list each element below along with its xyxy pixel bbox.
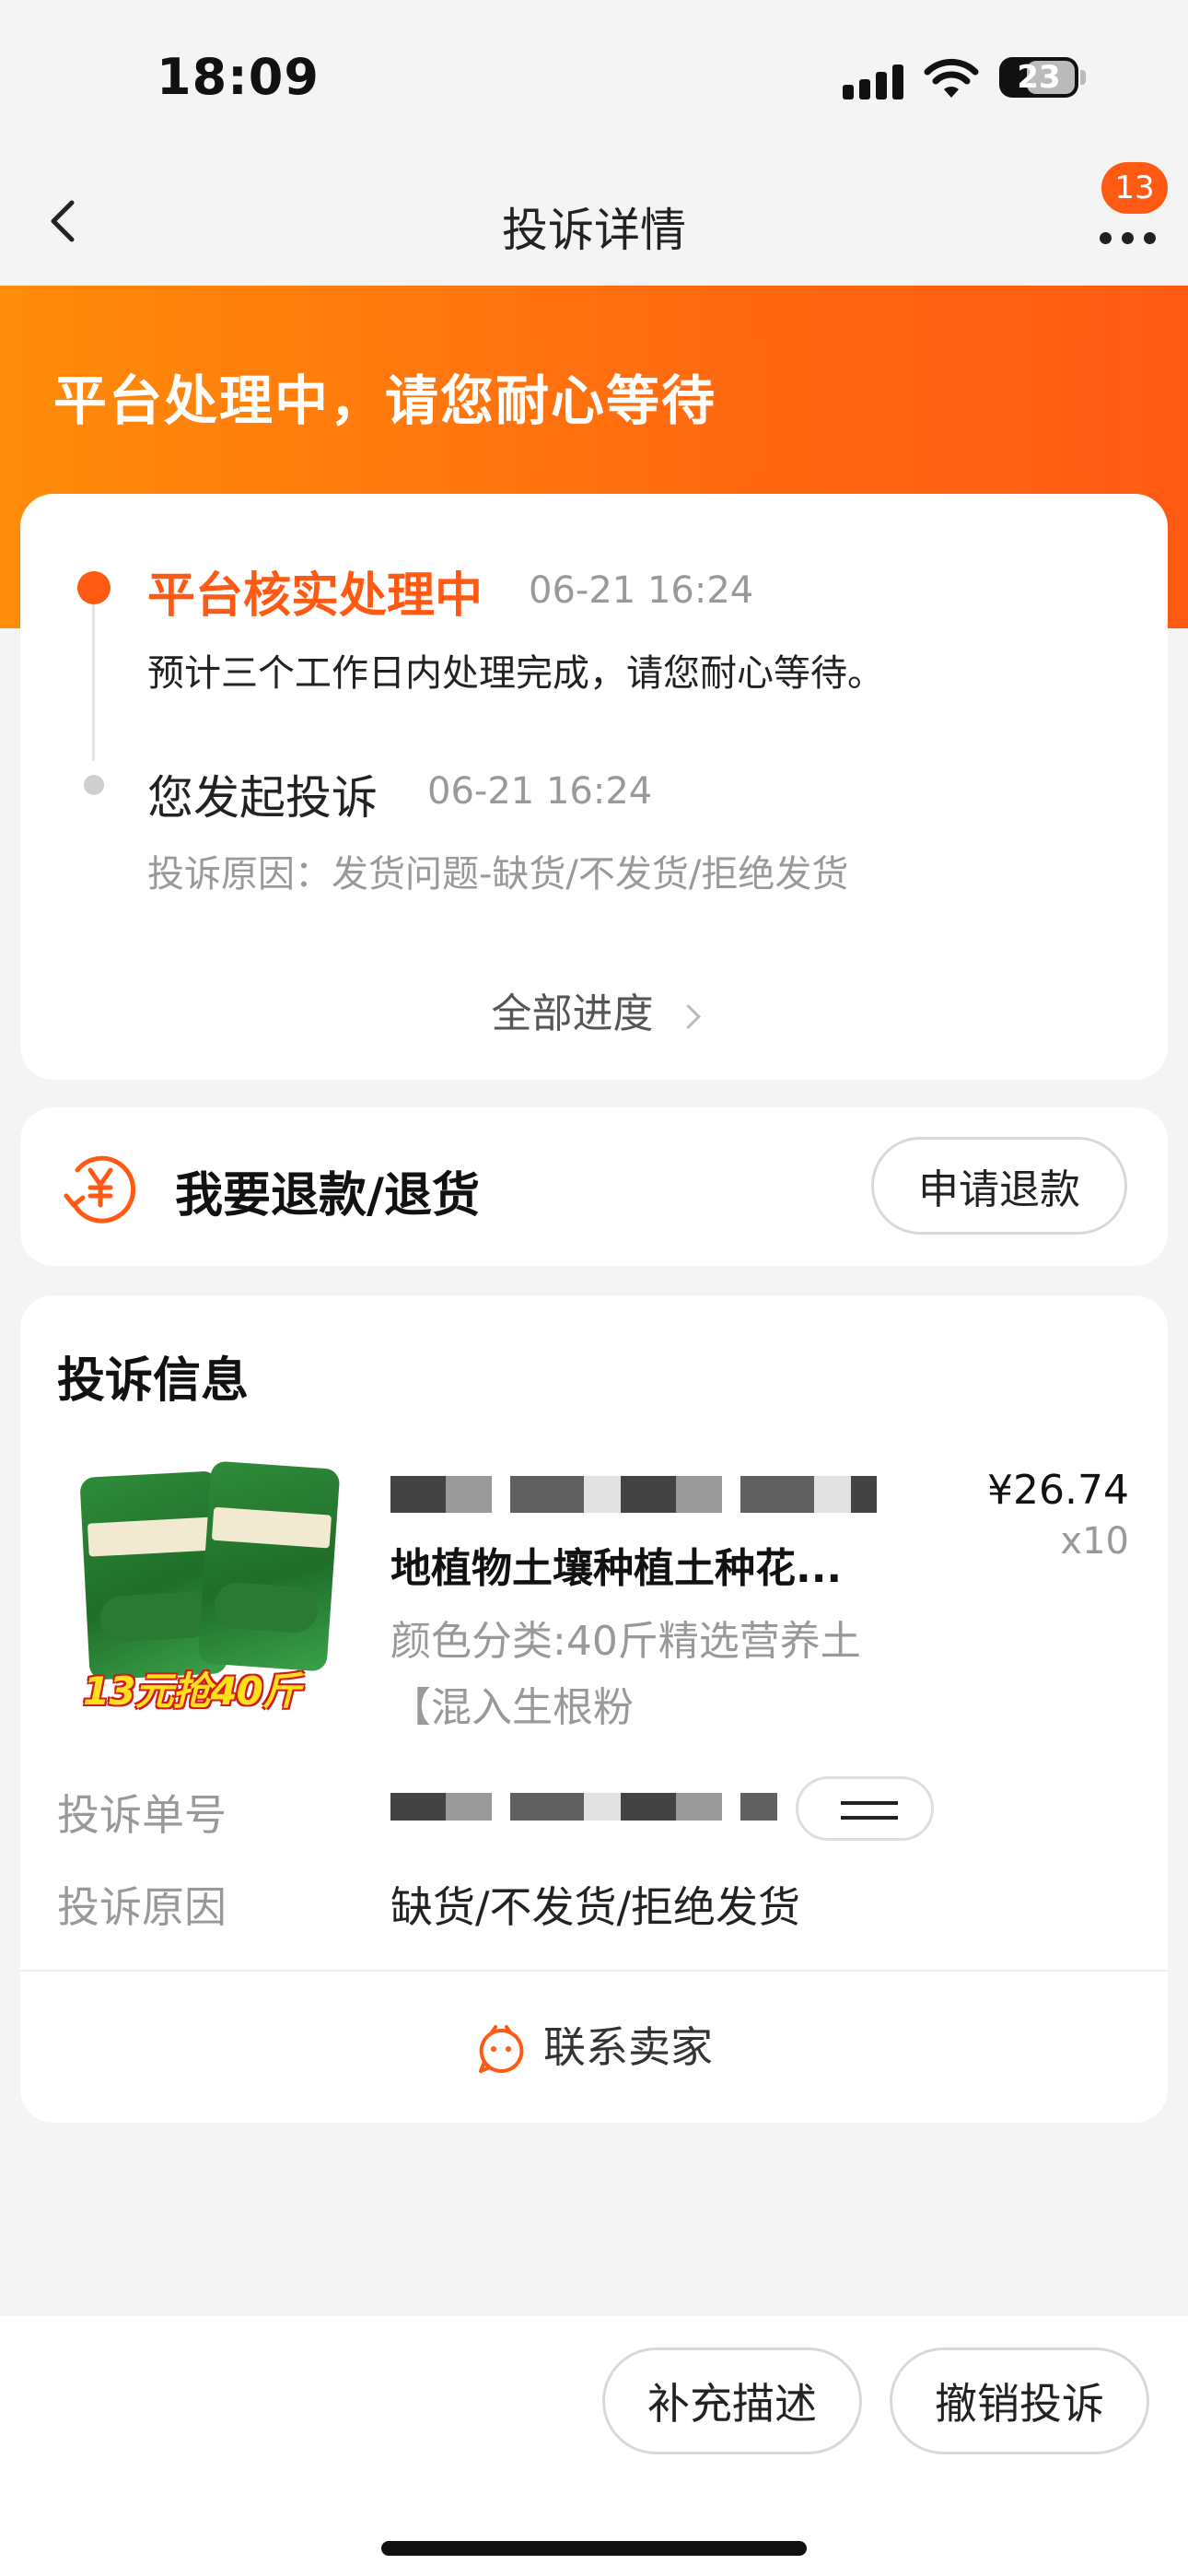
step-time: 06-21 16:24 xyxy=(529,569,754,612)
product-promo-text: 13元抢40斤 xyxy=(83,1669,301,1714)
complaint-number-label: 投诉单号 xyxy=(57,1790,227,1840)
supplement-description-button[interactable]: 补充描述 xyxy=(602,2348,862,2454)
complaint-reason-label: 投诉原因 xyxy=(57,1882,227,1932)
cellular-signal-icon xyxy=(843,63,907,100)
apply-refund-button[interactable]: 申请退款 xyxy=(871,1137,1127,1235)
contact-seller-label: 联系卖家 xyxy=(543,2022,713,2072)
more-dots-icon[interactable] xyxy=(1087,212,1170,258)
timeline-line xyxy=(92,591,95,761)
timeline-dot-active xyxy=(77,571,111,604)
complaint-detail-page: 18:09 23 投诉详情 13 平台处理中，请您耐心等待 平台核实处理中 06… xyxy=(0,0,1188,2576)
product-image[interactable]: 13元抢40斤 xyxy=(74,1456,350,1732)
copy-icon xyxy=(841,1801,898,1820)
copy-button[interactable] xyxy=(796,1776,934,1841)
step-title: 平台核实处理中 xyxy=(147,568,483,624)
battery-icon: 23 xyxy=(999,57,1078,98)
redacted-shop-name xyxy=(390,1476,877,1513)
status-bar: 18:09 23 xyxy=(0,0,1188,157)
section-title: 投诉信息 xyxy=(57,1353,250,1409)
battery-level: 23 xyxy=(1017,59,1061,96)
step-description: 投诉原因：发货问题-缺货/不发货/拒绝发货 xyxy=(147,853,849,896)
notification-badge: 13 xyxy=(1101,162,1168,214)
contact-seller-button[interactable]: 联系卖家 xyxy=(20,2014,1168,2077)
complaint-info-card: 投诉信息 13元抢40斤 地植物土壤种植土种花... 颜色分类:40斤精选营养土… xyxy=(20,1295,1168,2123)
all-progress-link[interactable]: 全部进度 xyxy=(20,980,1168,1039)
bottom-action-bar: 补充描述 撤销投诉 xyxy=(0,2316,1188,2576)
product-price: ¥26.74 xyxy=(987,1467,1129,1514)
battery-tip xyxy=(1080,70,1086,85)
chat-face-icon xyxy=(479,2024,524,2073)
chevron-right-icon xyxy=(675,1003,701,1029)
product-name[interactable]: 地植物土壤种植土种花... xyxy=(390,1535,888,1594)
refund-label: 我要退款/退货 xyxy=(175,1168,480,1224)
page-title: 投诉详情 xyxy=(502,204,686,257)
wifi-icon xyxy=(924,58,979,98)
status-time: 18:09 xyxy=(157,48,320,106)
progress-card: 平台核实处理中 06-21 16:24 预计三个工作日内处理完成，请您耐心等待。… xyxy=(20,494,1168,1080)
timeline-dot xyxy=(84,775,104,795)
yen-refund-icon xyxy=(64,1155,136,1224)
step-description: 预计三个工作日内处理完成，请您耐心等待。 xyxy=(147,652,884,695)
redacted-complaint-number xyxy=(390,1793,777,1821)
refund-card: 我要退款/退货 申请退款 xyxy=(20,1107,1168,1266)
product-quantity: x10 xyxy=(1060,1520,1129,1563)
navigation-bar: 投诉详情 xyxy=(0,157,1188,286)
withdraw-complaint-button[interactable]: 撤销投诉 xyxy=(890,2348,1149,2454)
product-spec: 颜色分类:40斤精选营养土【混入生根粉 xyxy=(390,1618,861,1731)
status-header-text: 平台处理中，请您耐心等待 xyxy=(53,369,717,432)
all-progress-label: 全部进度 xyxy=(491,990,654,1037)
step-time: 06-21 16:24 xyxy=(427,770,653,813)
divider xyxy=(20,1970,1168,1972)
complaint-reason-value: 缺货/不发货/拒绝发货 xyxy=(390,1882,800,1932)
soil-bag-graphic xyxy=(197,1460,341,1672)
home-indicator[interactable] xyxy=(381,2541,807,2556)
step-title: 您发起投诉 xyxy=(147,771,378,825)
